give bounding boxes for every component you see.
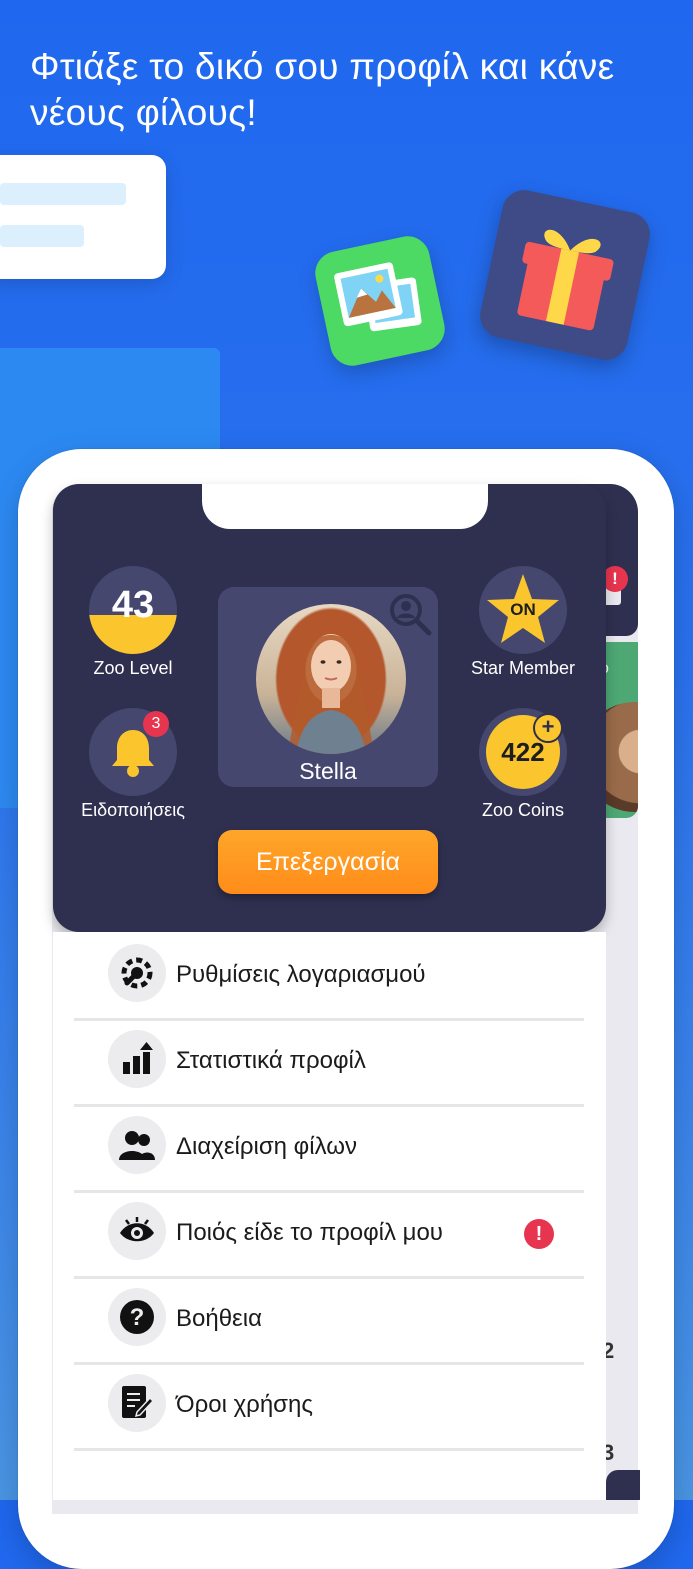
help-icon: ? bbox=[108, 1288, 166, 1346]
menu-item-label: Ποιός είδε το προφίλ μου bbox=[176, 1219, 443, 1246]
menu-item-label: Διαχείριση φίλων bbox=[176, 1133, 357, 1160]
decorative-message-card bbox=[0, 155, 166, 279]
stats-icon bbox=[108, 1030, 166, 1088]
menu-item-terms[interactable]: Όροι χρήσης bbox=[74, 1362, 584, 1451]
menu-item-profile-visitors[interactable]: Ποιός είδε το προφίλ μου ! bbox=[74, 1190, 584, 1279]
profile-name: Stella bbox=[299, 758, 357, 784]
background-corner bbox=[606, 1470, 640, 1500]
menu-item-label: Ρυθμίσεις λογαριασμού bbox=[176, 961, 426, 988]
svg-text:?: ? bbox=[130, 1304, 145, 1331]
promo-headline: Φτιάξε το δικό σου προφίλ και κάνε νέους… bbox=[30, 46, 615, 133]
terms-icon bbox=[108, 1374, 166, 1432]
edit-profile-button[interactable]: Επεξεργασία bbox=[218, 830, 438, 894]
menu-item-account-settings[interactable]: Ρυθμίσεις λογαριασμού bbox=[74, 932, 584, 1021]
menu-item-profile-stats[interactable]: Στατιστικά προφίλ bbox=[74, 1018, 584, 1107]
zoom-profile-icon[interactable] bbox=[386, 590, 434, 638]
account-settings-icon bbox=[108, 944, 166, 1002]
menu-item-label: Όροι χρήσης bbox=[176, 1391, 313, 1418]
zoo-level-label: Zoo Level bbox=[93, 658, 173, 678]
star-member-label: Star Member bbox=[470, 658, 576, 678]
notification-count-badge: 3 bbox=[143, 711, 169, 737]
decorative-line bbox=[0, 183, 126, 205]
add-coins-icon[interactable]: + bbox=[533, 713, 563, 743]
phone-notch bbox=[202, 484, 488, 529]
zoo-level-badge[interactable]: 43 bbox=[89, 566, 177, 654]
star-member-badge[interactable]: ON bbox=[479, 566, 567, 654]
zoo-level-value: 43 bbox=[111, 584, 155, 626]
star-member-status: ON bbox=[510, 600, 536, 619]
photos-icon bbox=[311, 232, 449, 370]
decorative-line bbox=[0, 225, 84, 247]
visitors-alert-badge: ! bbox=[524, 1219, 554, 1249]
menu-item-manage-friends[interactable]: Διαχείριση φίλων bbox=[74, 1104, 584, 1193]
gift-icon bbox=[476, 186, 654, 364]
friends-icon bbox=[108, 1116, 166, 1174]
menu-item-label: Στατιστικά προφίλ bbox=[176, 1047, 366, 1074]
menu-item-label: Βοήθεια bbox=[176, 1305, 262, 1332]
zoo-coins-label: Zoo Coins bbox=[481, 800, 565, 820]
menu-item-help[interactable]: ? Βοήθεια bbox=[74, 1276, 584, 1365]
notifications-label: Ειδοποιήσεις bbox=[81, 800, 185, 820]
eye-icon bbox=[108, 1202, 166, 1260]
